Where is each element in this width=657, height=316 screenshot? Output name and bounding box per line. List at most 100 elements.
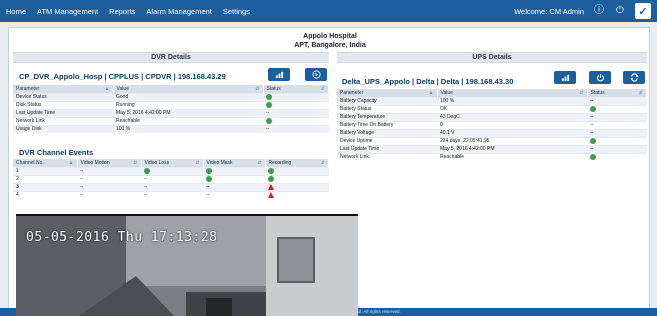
- param-cell: Network Link: [13, 116, 113, 125]
- col-video-loss[interactable]: Video Loss ⇵: [141, 159, 204, 167]
- cctv-snapshot: 05-05-2016 Thu 17:13:28: [16, 214, 358, 316]
- status-cell: [587, 136, 647, 145]
- value-cell: Reachable: [437, 152, 587, 161]
- ok-status-icon: [206, 175, 212, 182]
- status-cell: [263, 92, 329, 101]
- col-channel-no[interactable]: Channel No. ▲: [13, 159, 78, 167]
- param-cell: Disk Status: [13, 100, 113, 109]
- video-motion-cell: --: [77, 174, 141, 183]
- play-icon: [311, 70, 321, 79]
- table-row: Battery Time On Battery 0 --: [337, 120, 647, 129]
- ups-chart-button[interactable]: [554, 71, 576, 84]
- video-mask-cell: --: [203, 190, 265, 199]
- param-cell: Battery Temperature: [337, 112, 437, 121]
- param-cell: Battery Voltage: [337, 128, 437, 137]
- col-video-mask[interactable]: Video Mask ⇵: [203, 159, 266, 167]
- param-cell: Network Link: [337, 152, 437, 161]
- param-cell: Battery Status: [337, 104, 437, 113]
- table-row: Battery Status OK: [337, 104, 647, 113]
- refresh-icon: [629, 73, 639, 82]
- ok-status-icon: [268, 167, 274, 174]
- ok-status-icon: [590, 154, 596, 161]
- status-cell: [263, 116, 329, 125]
- ups-refresh-button[interactable]: [623, 71, 645, 84]
- cctv-timestamp: 05-05-2016 Thu 17:13:28: [26, 230, 218, 245]
- channel-no-cell: 3: [13, 182, 77, 191]
- hospital-address: APT, Bangalore, India: [294, 42, 366, 49]
- channel-no-cell: 1: [13, 166, 77, 175]
- col-value[interactable]: Value ⇵: [437, 89, 588, 97]
- recording-cell: [265, 182, 329, 191]
- bar-chart-icon: [561, 74, 569, 82]
- power-icon: [596, 73, 604, 82]
- ups-params-table: Parameter ▲ Value ⇵ Status ⇵ Battery Capaci…: [337, 89, 647, 161]
- value-cell: May 5, 2016 4:42:00 PM: [437, 144, 587, 153]
- dvr-section-header: DVR Details: [13, 52, 329, 63]
- table-row: 3 -- -- --: [13, 182, 329, 191]
- value-cell: Good: [113, 92, 263, 101]
- warning-icon: [268, 192, 274, 199]
- bar-chart-icon: [275, 71, 283, 79]
- col-value[interactable]: Value ⇵: [113, 85, 264, 93]
- param-cell: Device Uptime: [337, 136, 437, 145]
- nav-reports[interactable]: Reports: [109, 7, 135, 16]
- table-row: Device Uptime 224 days, 22:05:41.95: [337, 136, 647, 145]
- ups-power-button[interactable]: [589, 71, 611, 84]
- col-status[interactable]: Status ⇵: [263, 85, 329, 93]
- value-cell: 100 %: [437, 96, 587, 105]
- param-cell: Battery Time On Battery: [337, 120, 437, 129]
- video-loss-cell: --: [141, 174, 203, 183]
- nav-settings[interactable]: Settings: [223, 7, 250, 16]
- table-row: 1 --: [13, 166, 329, 175]
- dvr-device-title: CP_DVR_Appolo_Hosp | CPPLUS | CPDVR | 19…: [19, 72, 226, 81]
- dvr-channel-events-title: DVR Channel Events: [19, 148, 94, 157]
- nav-atm-management[interactable]: ATM Management: [37, 7, 98, 16]
- footer-copyright: Ltd. All rights reserved.: [355, 309, 401, 314]
- table-row: Battery Voltage 40.1 V --: [337, 128, 647, 137]
- recording-cell: [265, 174, 329, 183]
- status-cell: [587, 104, 647, 113]
- col-parameter[interactable]: Parameter ▲: [13, 85, 114, 93]
- nav-home[interactable]: Home: [6, 7, 26, 16]
- status-cell: --: [587, 112, 647, 121]
- table-row: Device Status Good: [13, 92, 329, 101]
- dvr-params-table: Parameter ▲ Value ⇵ Status ⇵ Device Status …: [13, 85, 329, 133]
- video-mask-cell: [203, 166, 265, 175]
- brand-logo-icon: ✓: [635, 3, 651, 19]
- value-cell: 224 days, 22:05:41.95: [437, 136, 587, 145]
- power-icon[interactable]: ⏻: [614, 5, 626, 17]
- value-cell: 100 %: [113, 124, 263, 133]
- col-video-motion[interactable]: Video Motion ⇵: [77, 159, 142, 167]
- dvr-chart-button[interactable]: [268, 68, 290, 81]
- site-header: Appolo Hospital APT, Bangalore, India: [9, 32, 651, 50]
- col-status[interactable]: Status ⇵: [587, 89, 647, 97]
- table-row: Usage Disk 100 % --: [13, 124, 329, 133]
- status-cell: --: [587, 96, 647, 105]
- col-parameter[interactable]: Parameter ▲: [337, 89, 438, 97]
- table-row: Network Link Reachable: [337, 152, 647, 161]
- table-row: Last Update Time May 5, 2016 4:42:00 PM …: [13, 108, 329, 117]
- info-icon[interactable]: ⓘ: [593, 5, 605, 17]
- top-nav: Home ATM Management Reports Alarm Manage…: [0, 0, 657, 22]
- table-row: Battery Capacity 100 % --: [337, 96, 647, 105]
- video-mask-cell: --: [203, 182, 265, 191]
- status-cell: --: [587, 120, 647, 129]
- col-recording[interactable]: Recording ⇵: [265, 159, 329, 167]
- ok-status-icon: [266, 93, 272, 100]
- param-cell: Battery Capacity: [337, 96, 437, 105]
- table-row: Last Update Time May 5, 2016 4:42:00 PM …: [337, 144, 647, 153]
- status-cell: --: [587, 144, 647, 153]
- video-mask-cell: [203, 174, 265, 183]
- dvr-play-button[interactable]: [305, 68, 327, 81]
- nav-alarm-management[interactable]: Alarm Management: [146, 7, 211, 16]
- ok-status-icon: [590, 137, 596, 144]
- param-cell: Last Update Time: [337, 144, 437, 153]
- param-cell: Usage Disk: [13, 124, 113, 133]
- table-row: Disk Status Running: [13, 100, 329, 109]
- recording-cell: [265, 166, 329, 175]
- value-cell: Reachable: [113, 116, 263, 125]
- dvr-channels-table: Channel No. ▲ Video Motion ⇵ Video Loss ⇵ V…: [13, 159, 329, 199]
- param-cell: Device Status: [13, 92, 113, 101]
- hospital-name: Appolo Hospital: [303, 33, 357, 40]
- table-row: 4 -- -- --: [13, 190, 329, 199]
